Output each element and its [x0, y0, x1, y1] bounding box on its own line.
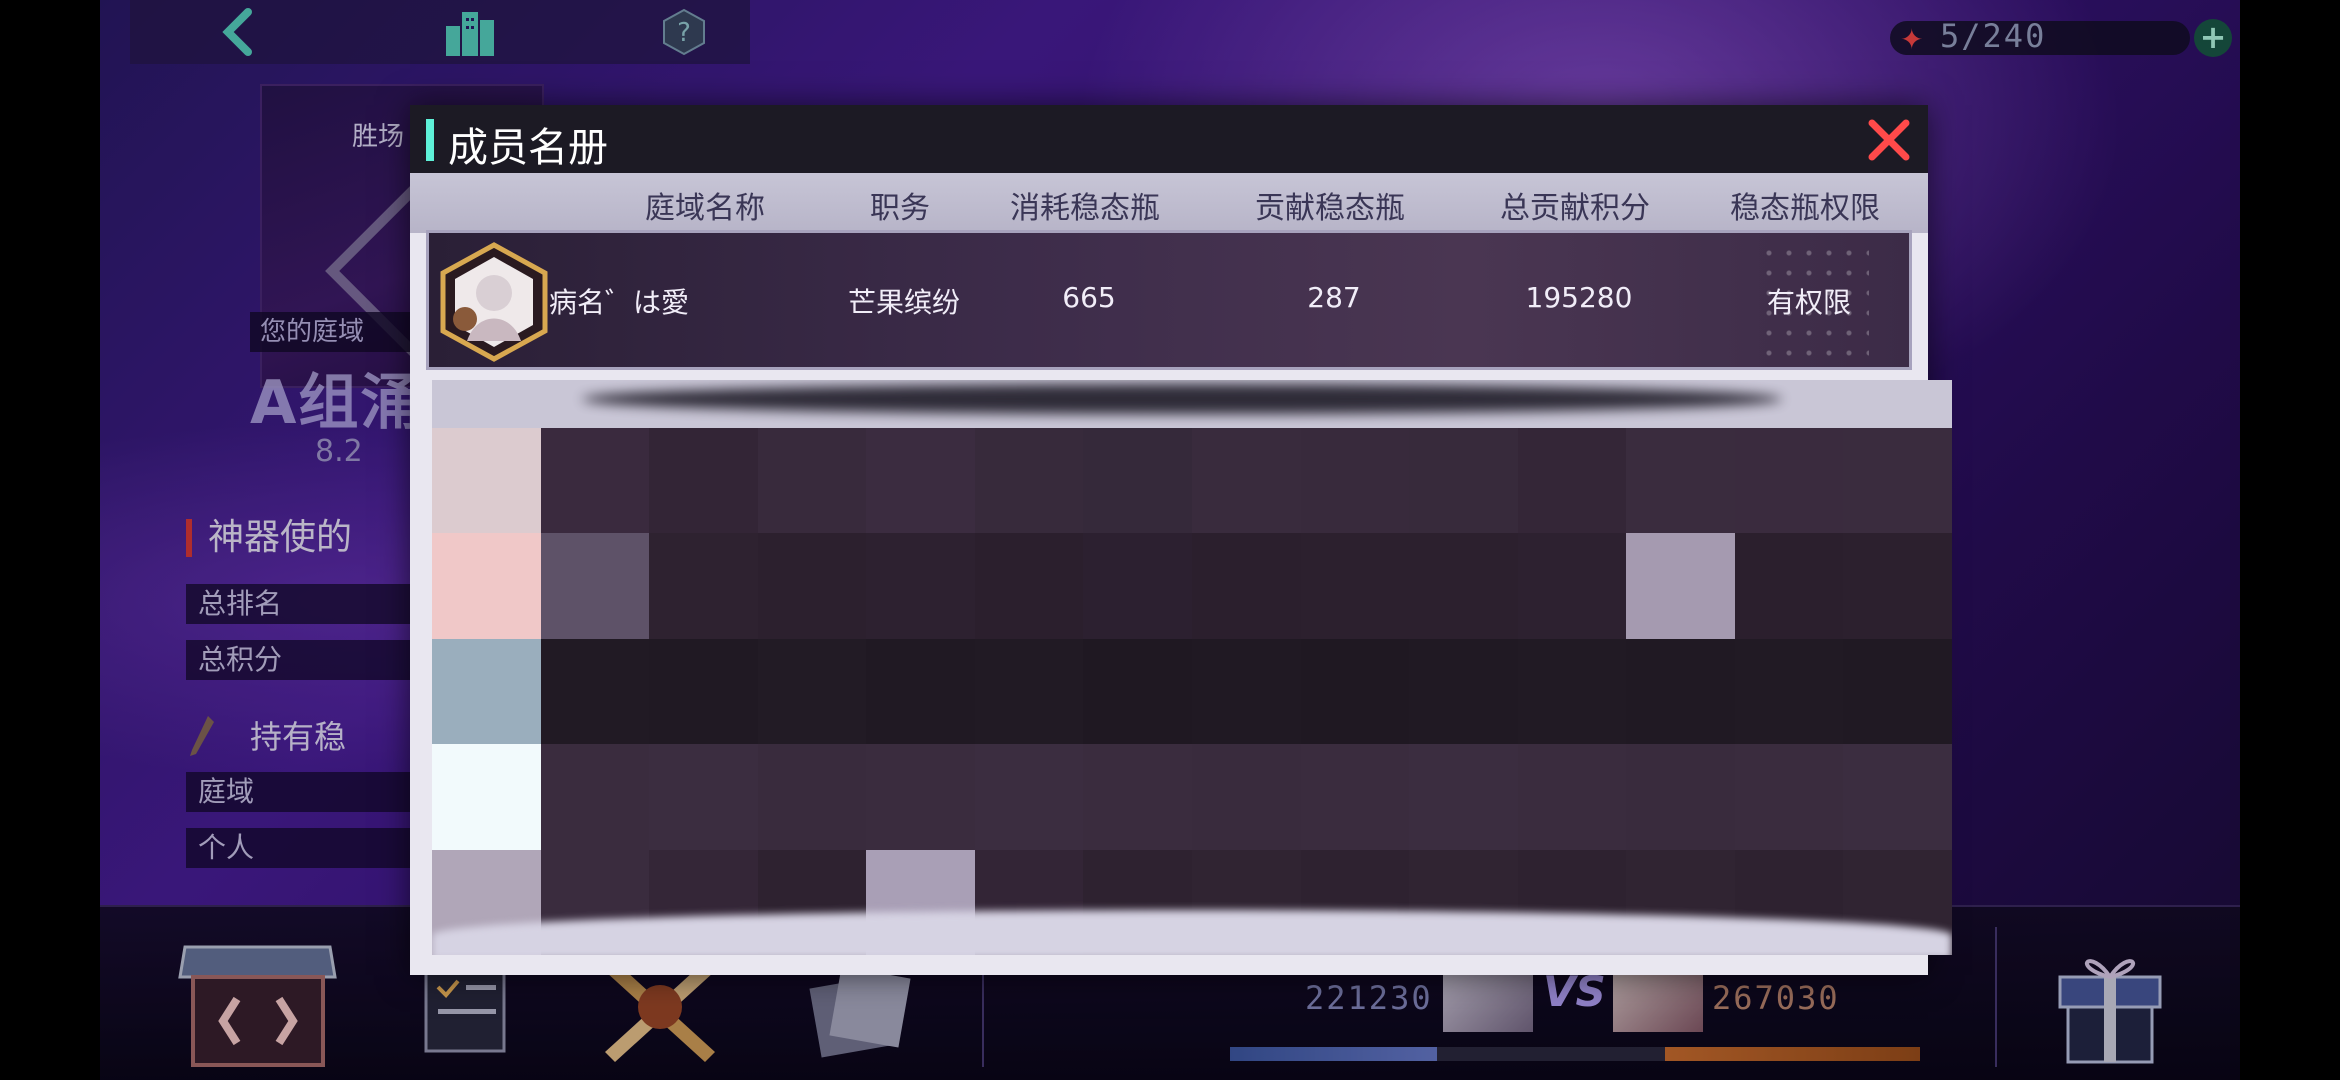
- pixel-block: [432, 533, 541, 639]
- pixel-block: [1843, 428, 1952, 534]
- pixel-block: [1409, 744, 1518, 850]
- pixel-block: [649, 533, 758, 639]
- pixel-block: [1626, 744, 1735, 850]
- redacted-region: [432, 380, 1952, 955]
- pixel-block: [757, 744, 867, 850]
- pixel-block: [432, 744, 541, 850]
- pixel-block: [1300, 638, 1410, 745]
- pixel-block: [1191, 428, 1301, 534]
- pixel-block: [1517, 533, 1627, 639]
- redaction-scribble-bottom: [432, 910, 1952, 955]
- pixelated-area: [432, 428, 1952, 955]
- pixel-block: [1626, 638, 1735, 745]
- pixel-block: [1300, 744, 1410, 850]
- pixel-block: [649, 744, 758, 850]
- pixel-block: [1083, 428, 1192, 534]
- pixel-block: [1626, 428, 1735, 534]
- member-permission: 有权限: [1766, 286, 1851, 319]
- member-name: 病名゛は愛: [549, 286, 690, 319]
- close-button[interactable]: [1864, 115, 1914, 165]
- pixel-block: [1517, 638, 1627, 745]
- pixel-block: [974, 744, 1084, 850]
- pixel-block: [432, 638, 541, 745]
- pixel-block: [757, 638, 867, 745]
- member-role: 芒果缤纷: [847, 286, 960, 319]
- col-head-consumed: 消耗稳态瓶: [1010, 191, 1160, 226]
- pixel-block: [1409, 428, 1518, 534]
- dialog-header: 成员名册: [410, 105, 1928, 173]
- pixel-block: [866, 533, 975, 639]
- close-icon: [1868, 119, 1910, 161]
- pixel-block: [1843, 638, 1952, 745]
- pixel-block: [1626, 533, 1735, 639]
- pixel-block: [1517, 744, 1627, 850]
- pixel-block: [974, 638, 1084, 745]
- pixel-block: [649, 638, 758, 745]
- pixel-block: [1191, 533, 1301, 639]
- pixel-block: [1734, 744, 1844, 850]
- col-head-contributed: 贡献稳态瓶: [1255, 191, 1405, 226]
- member-contributed: 287: [1307, 281, 1361, 314]
- pixel-block: [1300, 533, 1410, 639]
- pixel-block: [1734, 533, 1844, 639]
- pixel-block: [974, 428, 1084, 534]
- column-header-row: 庭域名称 职务 消耗稳态瓶 贡献稳态瓶 总贡献积分 稳态瓶权限: [410, 173, 1928, 233]
- pixel-block: [974, 533, 1084, 639]
- pixel-block: [1191, 744, 1301, 850]
- pixel-block: [1734, 638, 1844, 745]
- pixel-block: [1083, 533, 1192, 639]
- member-consumed: 665: [1062, 281, 1116, 314]
- member-avatar: [437, 241, 551, 363]
- col-head-domain-name: 庭域名称: [645, 191, 765, 226]
- pixel-block: [757, 428, 867, 534]
- pixel-block: [1843, 744, 1952, 850]
- table-row[interactable]: 病名゛は愛 芒果缤纷 665 287 195280 有权限: [426, 230, 1912, 370]
- col-head-role: 职务: [870, 191, 930, 226]
- pixel-block: [1843, 533, 1952, 639]
- pixel-block: [1300, 428, 1410, 534]
- pixel-block: [757, 533, 867, 639]
- pixel-block: [866, 428, 975, 534]
- pixel-block: [649, 428, 758, 534]
- pixel-block: [540, 744, 650, 850]
- col-head-permission: 稳态瓶权限: [1730, 191, 1880, 226]
- col-head-total-points: 总贡献积分: [1500, 191, 1650, 226]
- title-accent-bar: [426, 119, 434, 161]
- pixel-block: [540, 428, 650, 534]
- pixel-block: [866, 638, 975, 745]
- pixel-block: [1517, 428, 1627, 534]
- dialog-title: 成员名册: [448, 125, 608, 171]
- pixel-block: [540, 638, 650, 745]
- pixel-block: [866, 744, 975, 850]
- pixel-block: [1409, 533, 1518, 639]
- pixel-block: [1734, 428, 1844, 534]
- redaction-scribble: [582, 384, 1782, 414]
- member-total-points: 195280: [1525, 281, 1633, 314]
- pixel-block: [1409, 638, 1518, 745]
- pixel-block: [1191, 638, 1301, 745]
- pixel-block: [1083, 744, 1192, 850]
- pixel-block: [1083, 638, 1192, 745]
- pixel-block: [540, 533, 650, 639]
- pixel-block: [432, 428, 541, 534]
